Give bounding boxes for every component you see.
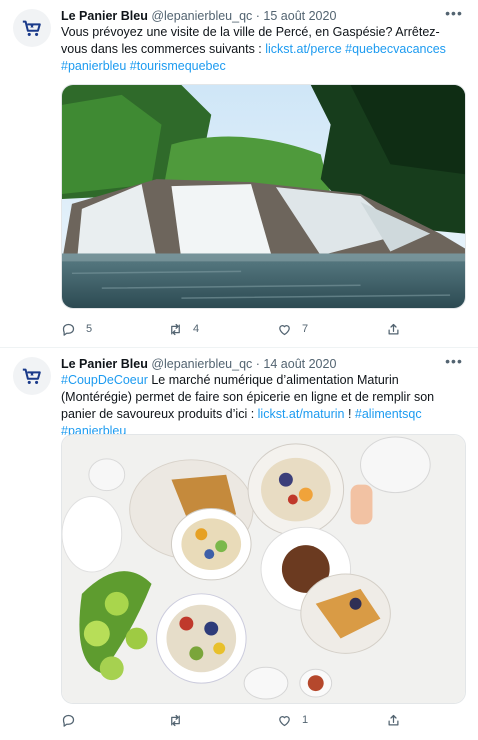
share-icon (388, 714, 399, 725)
tweet-actions: 1 (61, 710, 466, 730)
cart-logo-icon (22, 20, 41, 36)
like-button[interactable]: 1 (277, 710, 308, 730)
tweet-text: #CoupDeCoeur Le marché numérique d’alime… (61, 372, 466, 440)
author-handle[interactable]: @lepanierbleu_qc (151, 357, 252, 371)
retweet-icon (171, 714, 180, 726)
like-icon (279, 715, 290, 726)
tweet-header: Le Panier Bleu @lepanierbleu_qc · 15 aoû… (61, 8, 336, 24)
like-button[interactable]: 7 (277, 319, 308, 339)
like-count: 1 (302, 714, 309, 726)
hashtag[interactable]: #quebecvacances (345, 42, 446, 56)
tweet-date[interactable]: 15 août 2020 (263, 9, 336, 23)
avatar[interactable] (13, 9, 51, 47)
tweet-link[interactable]: lickst.at/perce (265, 42, 341, 56)
reply-button[interactable]: 5 (61, 319, 92, 339)
tweet-link[interactable]: lickst.at/maturin (258, 407, 345, 421)
like-count: 7 (302, 323, 309, 335)
reply-button[interactable] (61, 710, 86, 730)
retweet-button[interactable]: 4 (168, 319, 199, 339)
retweet-icon (171, 323, 180, 335)
share-button[interactable] (386, 710, 401, 730)
author-name[interactable]: Le Panier Bleu (61, 9, 148, 23)
separator: · (255, 357, 260, 371)
reply-count: 5 (86, 323, 93, 335)
reply-icon (62, 323, 75, 336)
tweet-header: Le Panier Bleu @lepanierbleu_qc · 14 aoû… (61, 356, 336, 372)
share-button[interactable] (386, 319, 401, 339)
like-icon (279, 324, 290, 335)
avatar[interactable] (13, 357, 51, 395)
tweet-text: Vous prévoyez une visite de la ville de … (61, 24, 466, 75)
food-image (62, 435, 465, 703)
hashtags[interactable]: #panierbleu #tourismequebec (61, 59, 226, 73)
hashtag[interactable]: #CoupDeCoeur (61, 373, 148, 387)
author-handle[interactable]: @lepanierbleu_qc (151, 9, 252, 23)
author-name[interactable]: Le Panier Bleu (61, 357, 148, 371)
waterfall-image (62, 85, 465, 308)
retweet-count: 4 (193, 323, 200, 335)
tweet[interactable]: Le Panier Bleu @lepanierbleu_qc · 15 aoû… (0, 0, 478, 348)
tweet[interactable]: Le Panier Bleu @lepanierbleu_qc · 14 aoû… (0, 348, 478, 740)
more-icon[interactable]: ••• (444, 6, 464, 22)
tweet-image[interactable] (61, 84, 466, 309)
cart-logo-icon (22, 368, 41, 384)
tweet-actions: 5 4 7 (61, 319, 466, 339)
retweet-button[interactable] (168, 710, 193, 730)
tweet-image[interactable] (61, 434, 466, 704)
share-icon (388, 323, 399, 334)
reply-icon (62, 714, 75, 727)
more-icon[interactable]: ••• (444, 354, 464, 370)
separator: · (255, 9, 260, 23)
tweet-date[interactable]: 14 août 2020 (263, 357, 336, 371)
tweet-body-mid: ! (344, 407, 355, 421)
